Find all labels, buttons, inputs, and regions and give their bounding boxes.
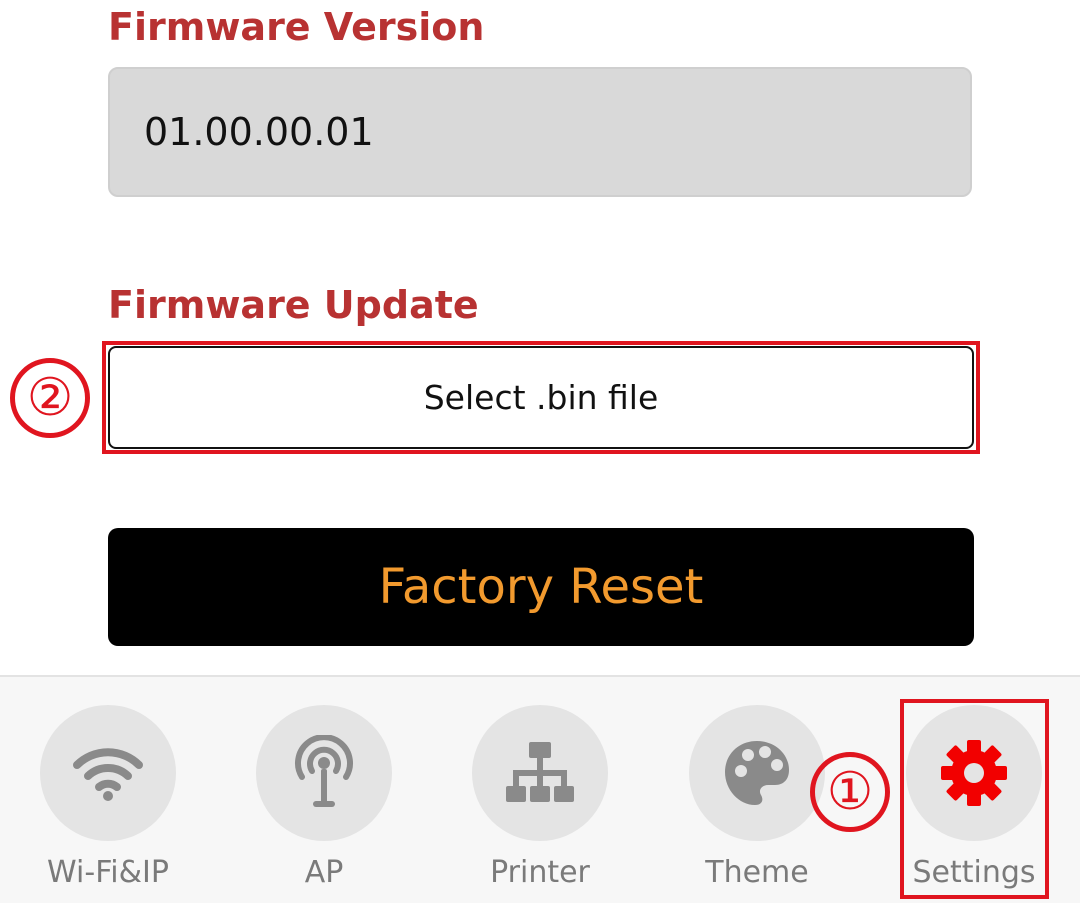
bottom-nav: Wi-Fi&IP AP Printer Theme Settings: [0, 675, 1080, 903]
nav-label: Printer: [490, 855, 590, 890]
select-bin-file-label: Select .bin file: [423, 378, 659, 417]
nav-label: Settings: [912, 855, 1036, 890]
palette-icon: [721, 737, 793, 809]
nav-label: AP: [304, 855, 344, 890]
firmware-version-field: 01.00.00.01: [108, 67, 972, 197]
wifi-icon: [73, 743, 143, 803]
network-tree-icon: [505, 740, 575, 806]
annotation-marker-2: ②: [10, 358, 90, 438]
firmware-update-title: Firmware Update: [108, 283, 479, 327]
firmware-version-value: 01.00.00.01: [144, 110, 374, 154]
nav-item-printer[interactable]: Printer: [460, 705, 620, 900]
nav-circle: [906, 705, 1042, 841]
firmware-version-title: Firmware Version: [108, 5, 485, 49]
factory-reset-button[interactable]: Factory Reset: [108, 528, 974, 646]
nav-circle: [40, 705, 176, 841]
nav-label: Wi-Fi&IP: [47, 855, 169, 890]
select-bin-file-button[interactable]: Select .bin file: [108, 346, 974, 449]
nav-circle: [256, 705, 392, 841]
nav-item-settings[interactable]: Settings: [894, 705, 1054, 900]
nav-item-wifi-ip[interactable]: Wi-Fi&IP: [28, 705, 188, 900]
gear-icon: [938, 737, 1010, 809]
nav-circle: [689, 705, 825, 841]
antenna-icon: [289, 735, 359, 811]
factory-reset-label: Factory Reset: [378, 559, 704, 615]
nav-item-ap[interactable]: AP: [244, 705, 404, 900]
nav-circle: [472, 705, 608, 841]
annotation-marker-1: ①: [810, 752, 890, 832]
nav-label: Theme: [705, 855, 809, 890]
